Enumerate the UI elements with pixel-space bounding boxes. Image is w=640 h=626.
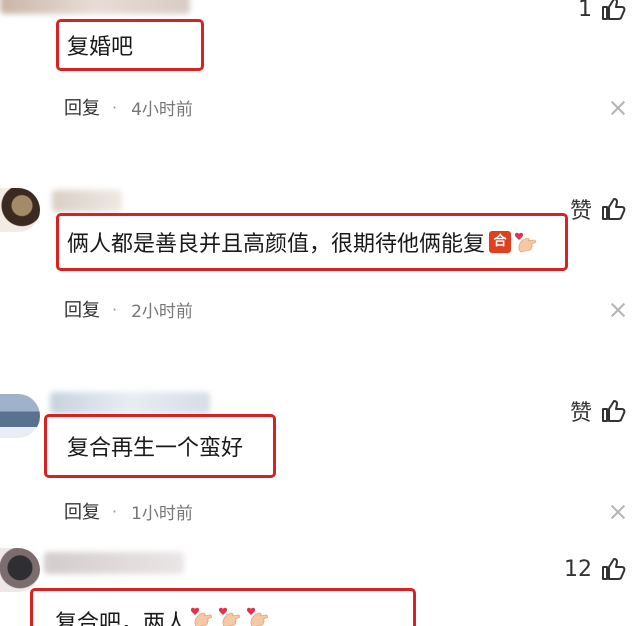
heart-hand-emoji-icon bbox=[189, 605, 215, 626]
thumbs-up-icon[interactable] bbox=[600, 0, 626, 22]
comment-text-highlighted: 俩人都是善良并且高颜值，很期待他俩能复 合 bbox=[56, 213, 568, 271]
reply-button[interactable]: 回复 bbox=[64, 296, 100, 322]
like-label: 赞 bbox=[569, 401, 592, 426]
comment-text-highlighted: 复合再生一个蛮好 bbox=[44, 414, 276, 478]
comment-text: 俩人都是善良并且高颜值，很期待他俩能复 bbox=[67, 232, 486, 257]
thumbs-up-icon[interactable] bbox=[600, 398, 626, 424]
separator: · bbox=[112, 97, 118, 117]
username-blurred bbox=[0, 0, 190, 14]
avatar[interactable] bbox=[0, 548, 40, 592]
username-blurred bbox=[50, 392, 210, 414]
close-icon[interactable] bbox=[610, 100, 626, 116]
reply-button[interactable]: 回复 bbox=[64, 498, 100, 524]
avatar[interactable] bbox=[0, 394, 40, 438]
he-badge-icon: 合 bbox=[489, 231, 512, 253]
like-control[interactable]: 1 bbox=[578, 0, 626, 24]
like-count: 12 bbox=[564, 556, 592, 582]
avatar[interactable] bbox=[0, 188, 40, 232]
like-label: 赞 bbox=[569, 199, 592, 224]
heart-hand-emoji-icon bbox=[245, 605, 271, 626]
thumbs-up-icon[interactable] bbox=[600, 556, 626, 582]
comment-text: 复婚吧 bbox=[67, 35, 134, 60]
comment-meta: 回复 · 4小时前 bbox=[64, 94, 193, 120]
thumbs-up-icon[interactable] bbox=[600, 196, 626, 222]
comment-text-highlighted: 复合吧，两人 bbox=[30, 588, 416, 626]
heart-hand-emoji-icon bbox=[217, 605, 243, 626]
separator: · bbox=[112, 501, 118, 521]
close-icon[interactable] bbox=[610, 302, 626, 318]
comment-time: 4小时前 bbox=[131, 99, 193, 120]
comment-text: 复合再生一个蛮好 bbox=[67, 436, 244, 461]
like-control[interactable]: 12 bbox=[564, 554, 626, 584]
comment-text: 复合吧，两人 bbox=[55, 611, 188, 626]
comment-time: 1小时前 bbox=[131, 503, 193, 524]
username-blurred bbox=[52, 190, 122, 212]
comment-time: 2小时前 bbox=[131, 301, 193, 322]
like-control[interactable]: 赞 bbox=[570, 396, 626, 426]
username-blurred bbox=[44, 552, 184, 574]
reply-button[interactable]: 回复 bbox=[64, 94, 100, 120]
like-control[interactable]: 赞 bbox=[570, 194, 626, 224]
comment-meta: 回复 · 2小时前 bbox=[64, 296, 193, 322]
close-icon[interactable] bbox=[610, 504, 626, 520]
comment-text-highlighted: 复婚吧 bbox=[56, 19, 204, 71]
heart-hand-emoji-icon bbox=[513, 230, 539, 254]
like-count: 1 bbox=[578, 0, 592, 22]
comment-feed: 1 复婚吧 回复 · 4小时前 赞 俩人都是善良并且高颜值，很期待他俩能复 合 bbox=[0, 0, 640, 626]
separator: · bbox=[112, 299, 118, 319]
comment-meta: 回复 · 1小时前 bbox=[64, 498, 193, 524]
